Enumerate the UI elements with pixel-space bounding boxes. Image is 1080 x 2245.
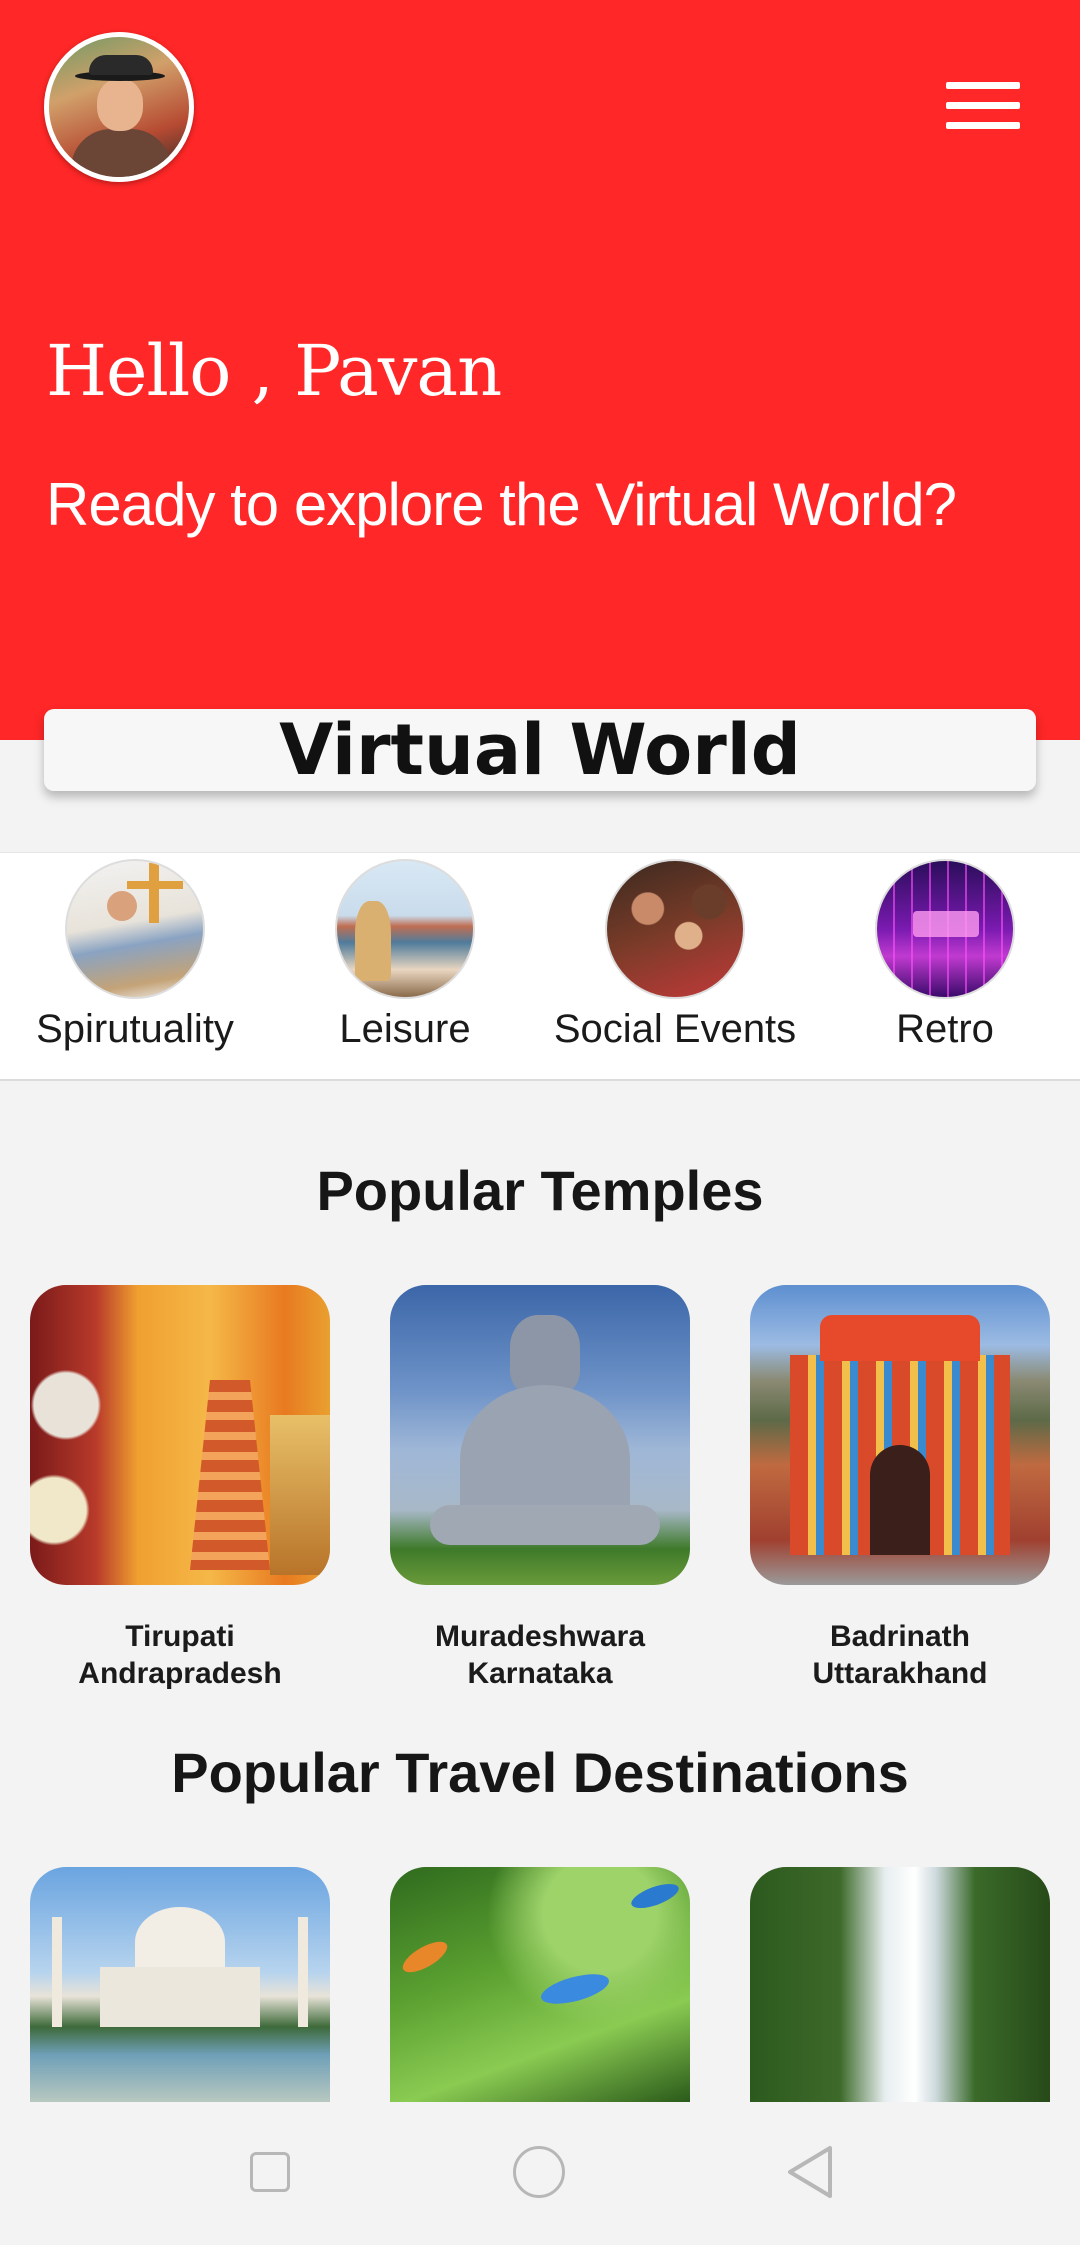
temple-region: Andrapradesh [78, 1657, 282, 1690]
category-label: Social Events [553, 1007, 797, 1051]
section-title-temples: Popular Temples [316, 1159, 764, 1222]
destination-tile-taj-mahal[interactable] [30, 1867, 330, 2102]
temple-caption-badrinath: Badrinath Uttarakhand [720, 1618, 1080, 1692]
avatar[interactable] [44, 32, 194, 182]
category-label: Spirutuality [36, 1007, 234, 1051]
woman-boat-image [335, 859, 475, 999]
temple-caption-tirupati: Tirupati Andrapradesh [0, 1618, 360, 1692]
category-spirituality[interactable]: Spirutuality [0, 853, 270, 1052]
destination-tile-kingfisher-birds[interactable] [390, 1867, 690, 2102]
hamburger-menu-icon[interactable] [946, 82, 1020, 138]
home-icon[interactable] [513, 2146, 565, 2198]
destination-tile-waterfall[interactable] [750, 1867, 1050, 2102]
banner-title: Virtual World [279, 709, 801, 791]
section-title-destinations: Popular Travel Destinations [171, 1741, 909, 1804]
temple-region: Karnataka [467, 1657, 613, 1690]
temple-region: Uttarakhand [812, 1657, 988, 1690]
category-strip: Spirutuality Leisure Social Events Retro [0, 852, 1080, 1081]
temple-tile-tirupati[interactable] [30, 1285, 330, 1585]
virtual-world-banner[interactable]: Virtual World [44, 709, 1036, 791]
tagline-text: Ready to explore the Virtual World? [46, 471, 957, 538]
temple-caption-muradeshwara: Muradeshwara Karnataka [360, 1618, 720, 1692]
temple-name: Badrinath [829, 1620, 970, 1653]
category-retro[interactable]: Retro [810, 853, 1080, 1052]
hero-header: Hello , Pavan Ready to explore the Virtu… [0, 0, 1080, 740]
category-social-events[interactable]: Social Events [540, 853, 810, 1052]
category-leisure[interactable]: Leisure [270, 853, 540, 1052]
person-relaxing-image [65, 859, 205, 999]
temple-tile-badrinath[interactable] [750, 1285, 1050, 1585]
back-icon[interactable] [784, 2144, 836, 2200]
greeting-text: Hello , Pavan [46, 330, 502, 412]
category-label: Retro [896, 1007, 994, 1051]
temple-name: Muradeshwara [434, 1620, 646, 1653]
temple-tile-muradeshwara[interactable] [390, 1285, 690, 1585]
retro-neon-image [875, 859, 1015, 999]
category-label: Leisure [339, 1007, 471, 1051]
party-group-image [605, 859, 745, 999]
system-nav-bar [0, 2102, 1080, 2245]
temple-name: Tirupati [125, 1620, 235, 1653]
recent-apps-icon[interactable] [250, 2152, 290, 2192]
